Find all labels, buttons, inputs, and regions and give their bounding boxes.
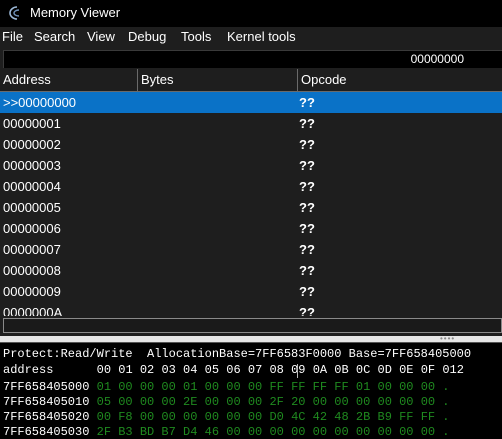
hex-bytes-low: 2F B3 BD B7 D4 46 00 00 — [96, 425, 263, 439]
hex-bytes-high: 2F 20 00 00 00 00 00 00 . — [269, 395, 450, 409]
menu-kernel-tools[interactable]: Kernel tools — [227, 29, 296, 45]
hex-row-address: 7FF658405030 — [3, 425, 90, 439]
disasm-row[interactable]: 00000007 ?? — [0, 239, 502, 260]
row-address: 00000005 — [3, 200, 61, 215]
row-address: 00000008 — [3, 263, 61, 278]
row-opcode: ?? — [299, 158, 315, 173]
hex-header-label: address — [3, 363, 54, 377]
menu-bar: File Search View Debug Tools Kernel tool… — [0, 27, 502, 47]
hex-header: address 00 01 02 03 04 05 06 07 08 09 0A… — [3, 363, 464, 377]
hex-bytes-high: D0 4C 42 48 2B B9 FF FF . — [269, 410, 450, 424]
row-opcode: ?? — [299, 305, 315, 316]
row-address: 00000003 — [3, 158, 61, 173]
hex-column-divider — [297, 364, 298, 378]
row-opcode: ?? — [299, 137, 315, 152]
disasm-row[interactable]: 00000005 ?? — [0, 197, 502, 218]
disassembler-header: Address Bytes Opcode — [0, 69, 502, 92]
hex-bytes-low: 00 F8 00 00 00 00 00 00 — [96, 410, 263, 424]
row-address: 00000007 — [3, 242, 61, 257]
hex-header-cols-low: 00 01 02 03 04 05 06 07 — [96, 363, 263, 377]
scrollbar-track[interactable] — [3, 318, 502, 333]
row-address: >>00000000 — [3, 95, 77, 110]
row-opcode: ?? — [299, 200, 315, 215]
menu-tools[interactable]: Tools — [181, 29, 211, 45]
row-address: 00000004 — [3, 179, 61, 194]
row-address: 0000000A — [3, 305, 63, 316]
window-title: Memory Viewer — [30, 5, 121, 20]
column-opcode[interactable]: Opcode — [298, 69, 502, 92]
memory-viewer-window: Memory Viewer File Search View Debug Too… — [0, 0, 502, 439]
row-opcode: ?? — [299, 116, 315, 131]
row-opcode: ?? — [299, 95, 315, 110]
menu-file[interactable]: File — [2, 29, 23, 45]
hex-row-address: 7FF658405020 — [3, 410, 90, 424]
menu-debug[interactable]: Debug — [128, 29, 166, 45]
hex-header-cols-high: 08 09 0A 0B 0C 0D 0E 0F 012 — [269, 363, 464, 377]
hex-view[interactable]: Protect:Read/Write AllocationBase=7FF658… — [0, 342, 502, 439]
protect-info: Protect:Read/Write AllocationBase=7FF658… — [3, 347, 472, 361]
hex-row[interactable]: 7FF658405000 01 00 00 00 01 00 00 00 FF … — [3, 380, 450, 394]
row-address: 00000006 — [3, 221, 61, 236]
hex-row-address: 7FF658405010 — [3, 395, 90, 409]
column-bytes[interactable]: Bytes — [138, 69, 298, 92]
hex-bytes-high: 00 00 00 00 00 00 00 00 . — [269, 425, 450, 439]
cheat-engine-icon — [9, 6, 20, 20]
address-bar[interactable]: 00000000 — [3, 50, 502, 68]
row-address: 00000009 — [3, 284, 61, 299]
hex-row[interactable]: 7FF658405010 05 00 00 00 2E 00 00 00 2F … — [3, 395, 450, 409]
disasm-row[interactable]: 0000000A ?? — [0, 302, 502, 316]
row-opcode: ?? — [299, 179, 315, 194]
hex-row-address: 7FF658405000 — [3, 380, 90, 394]
hex-row[interactable]: 7FF658405030 2F B3 BD B7 D4 46 00 00 00 … — [3, 425, 450, 439]
row-address: 00000001 — [3, 116, 61, 131]
menu-view[interactable]: View — [87, 29, 115, 45]
disasm-row[interactable]: 00000001 ?? — [0, 113, 502, 134]
row-opcode: ?? — [299, 284, 315, 299]
menu-search[interactable]: Search — [34, 29, 75, 45]
disasm-row[interactable]: 00000008 ?? — [0, 260, 502, 281]
row-opcode: ?? — [299, 263, 315, 278]
hex-bytes-high: FF FF FF FF 01 00 00 00 . — [269, 380, 450, 394]
hex-bytes-low: 05 00 00 00 2E 00 00 00 — [96, 395, 263, 409]
row-address: 00000002 — [3, 137, 61, 152]
disasm-row[interactable]: 00000006 ?? — [0, 218, 502, 239]
disasm-row-selected[interactable]: >>00000000 ?? — [0, 92, 502, 113]
hex-row[interactable]: 7FF658405020 00 F8 00 00 00 00 00 00 D0 … — [3, 410, 450, 424]
title-bar: Memory Viewer — [0, 0, 502, 27]
row-opcode: ?? — [299, 242, 315, 257]
disassembler-rows[interactable]: >>00000000 ?? 00000001 ?? 00000002 ?? 00… — [0, 92, 502, 316]
disasm-row[interactable]: 00000002 ?? — [0, 134, 502, 155]
splitter-grip-icon[interactable]: •••• — [440, 335, 460, 343]
hex-bytes-low: 01 00 00 00 01 00 00 00 — [96, 380, 263, 394]
row-opcode: ?? — [299, 221, 315, 236]
disasm-row[interactable]: 00000009 ?? — [0, 281, 502, 302]
current-address: 00000000 — [410, 52, 464, 66]
disasm-row[interactable]: 00000003 ?? — [0, 155, 502, 176]
disasm-row[interactable]: 00000004 ?? — [0, 176, 502, 197]
horizontal-scrollbar[interactable] — [0, 316, 502, 336]
column-address[interactable]: Address — [0, 69, 138, 92]
